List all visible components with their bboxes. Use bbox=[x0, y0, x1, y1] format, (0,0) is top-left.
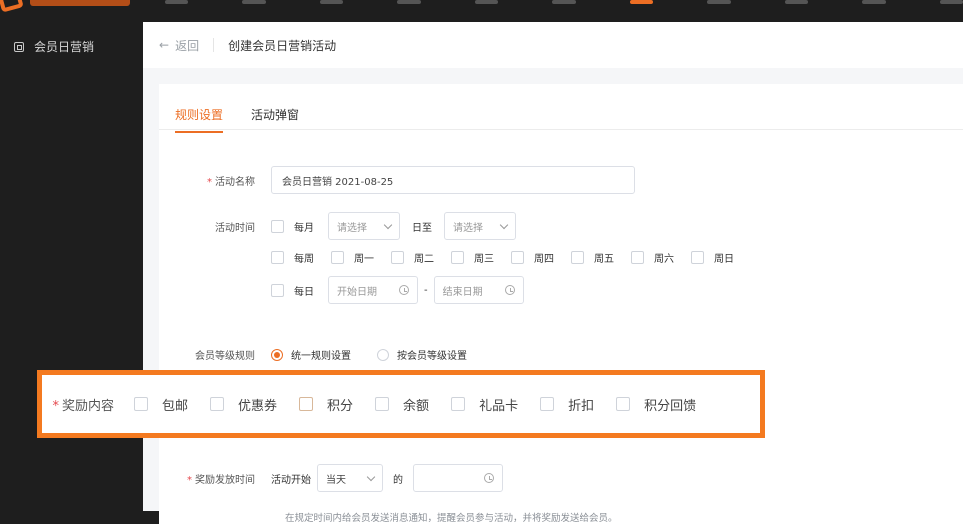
chevron-down-icon bbox=[383, 220, 393, 229]
issue-prefix-label: 活动开始 bbox=[271, 474, 311, 486]
reward-issue-row: * 奖励发放时间 活动开始 当天 的 bbox=[159, 464, 503, 492]
nav-item[interactable] bbox=[707, 0, 731, 4]
reward-checkbox-free-shipping[interactable] bbox=[134, 397, 148, 411]
reward-checkbox-coupon[interactable] bbox=[210, 397, 225, 411]
weekday-checkbox[interactable] bbox=[631, 251, 644, 264]
reward-option-label: 积分 bbox=[327, 398, 354, 414]
month-start-select[interactable]: 请选择 bbox=[328, 212, 400, 240]
clock-icon bbox=[504, 285, 515, 295]
reward-checkbox-discount[interactable] bbox=[540, 397, 555, 411]
tab-divider bbox=[159, 129, 963, 130]
nav-item[interactable] bbox=[165, 0, 189, 4]
monthly-label: 每月 bbox=[294, 222, 314, 234]
weekday-checkbox[interactable] bbox=[511, 251, 524, 264]
monthly-checkbox[interactable] bbox=[271, 219, 284, 233]
weekday-checkbox[interactable] bbox=[571, 251, 584, 264]
back-button[interactable]: ← 返回 bbox=[159, 37, 199, 54]
nav-item[interactable] bbox=[784, 0, 809, 4]
activity-name-row: * 活动名称 会员日营销 2021-08-25 bbox=[159, 166, 635, 194]
top-nav-items bbox=[165, 0, 963, 8]
sidebar-item-member-day[interactable]: 会员日营销 bbox=[14, 38, 94, 55]
activity-name-label: * 活动名称 bbox=[207, 176, 255, 188]
reward-issue-label: * 奖励发放时间 bbox=[187, 474, 255, 486]
form-card: 规则设置 活动弹窗 * 活动名称 会员日营销 2021-08-25 活动时间 每月… bbox=[159, 84, 963, 524]
weekday-label: 周三 bbox=[474, 254, 494, 265]
reward-checkbox-points[interactable] bbox=[299, 397, 314, 411]
reward-issue-hint: 在规定时间内给会员发送消息通知，提醒会员参与活动，并将奖励发送给会员。 bbox=[285, 513, 618, 524]
reward-content-row: * 奖励内容 包邮 优惠券 积分 余额 礼品卡 折扣 积分回馈 bbox=[37, 370, 765, 438]
page-title: 创建会员日营销活动 bbox=[228, 38, 337, 53]
nav-item[interactable] bbox=[552, 0, 576, 4]
chevron-down-icon bbox=[366, 472, 376, 481]
weekly-checkbox[interactable] bbox=[271, 251, 284, 264]
weekday-label: 周二 bbox=[414, 254, 434, 265]
weekday-checkbox[interactable] bbox=[331, 251, 344, 264]
daily-checkbox[interactable] bbox=[271, 283, 284, 297]
activity-name-input[interactable]: 会员日营销 2021-08-25 bbox=[271, 166, 635, 194]
activity-time-daily-row: 每日 开始日期 - 结束日期 bbox=[159, 276, 524, 304]
nav-item[interactable] bbox=[319, 0, 344, 4]
end-date-picker[interactable]: 结束日期 bbox=[433, 276, 524, 304]
activity-time-label: 活动时间 bbox=[215, 222, 255, 234]
unified-rule-radio[interactable] bbox=[271, 348, 283, 361]
sidebar-item-label: 会员日营销 bbox=[34, 40, 95, 54]
reward-checkbox-balance[interactable] bbox=[375, 397, 390, 411]
reward-content-label: * 奖励内容 bbox=[52, 398, 114, 414]
nav-item[interactable] bbox=[242, 0, 266, 4]
daily-label: 每日 bbox=[294, 286, 314, 298]
activity-time-monthly-row: 活动时间 每月 请选择 日至 请选择 bbox=[159, 212, 516, 240]
day-to-label: 日至 bbox=[412, 222, 432, 234]
reward-checkbox-points-cashback[interactable] bbox=[616, 397, 631, 411]
weekday-checkbox[interactable] bbox=[691, 251, 704, 264]
by-level-label: 按会员等级设置 bbox=[397, 351, 467, 362]
by-level-radio[interactable] bbox=[377, 348, 389, 361]
reward-option-label: 包邮 bbox=[162, 398, 189, 414]
breadcrumb: ← 返回 创建会员日营销活动 bbox=[143, 22, 963, 68]
date-range-dash: - bbox=[424, 284, 428, 296]
reward-option-label: 积分回馈 bbox=[644, 398, 697, 414]
reward-option-label: 礼品卡 bbox=[479, 398, 519, 414]
reward-option-label: 折扣 bbox=[568, 398, 595, 414]
issue-when-select[interactable]: 当天 bbox=[317, 464, 383, 492]
calendar-icon bbox=[14, 41, 24, 52]
chevron-down-icon bbox=[499, 220, 509, 229]
clock-icon bbox=[399, 285, 409, 295]
nav-item[interactable] bbox=[939, 0, 963, 4]
weekday-checkbox[interactable] bbox=[451, 251, 464, 264]
brand-logo-text bbox=[30, 0, 130, 6]
start-date-picker[interactable]: 开始日期 bbox=[328, 276, 418, 304]
member-level-label: 会员等级规则 bbox=[195, 351, 255, 362]
nav-item[interactable] bbox=[862, 0, 886, 4]
weekday-label: 周六 bbox=[654, 254, 674, 265]
breadcrumb-divider bbox=[213, 38, 215, 52]
reward-option-label: 余额 bbox=[403, 398, 430, 414]
activity-time-weekly-row: 每周 周一 周二 周三 周四 周五 周六 周日 bbox=[159, 250, 751, 265]
unified-rule-label: 统一规则设置 bbox=[291, 351, 351, 362]
arrow-left-icon: ← bbox=[159, 38, 170, 52]
member-level-row: 会员等级规则 统一规则设置 按会员等级设置 bbox=[159, 347, 484, 362]
weekday-label: 周日 bbox=[714, 254, 734, 265]
back-label: 返回 bbox=[175, 38, 200, 53]
nav-item-active[interactable] bbox=[629, 0, 654, 4]
month-end-select[interactable]: 请选择 bbox=[444, 212, 516, 240]
weekday-label: 周一 bbox=[354, 254, 374, 265]
reward-option-label: 优惠券 bbox=[238, 398, 278, 414]
clock-icon bbox=[484, 473, 494, 483]
issue-time-picker[interactable] bbox=[413, 464, 503, 492]
brand-logo-icon bbox=[0, 0, 24, 13]
weekday-checkbox[interactable] bbox=[391, 251, 404, 264]
weekday-label: 周五 bbox=[594, 254, 614, 265]
nav-item[interactable] bbox=[397, 0, 421, 4]
weekly-label: 每周 bbox=[294, 254, 314, 265]
weekday-label: 周四 bbox=[534, 254, 554, 265]
nav-item[interactable] bbox=[474, 0, 499, 4]
top-navigation-bar bbox=[0, 0, 963, 22]
issue-of-label: 的 bbox=[393, 474, 403, 486]
reward-checkbox-gift-card[interactable] bbox=[451, 397, 466, 411]
